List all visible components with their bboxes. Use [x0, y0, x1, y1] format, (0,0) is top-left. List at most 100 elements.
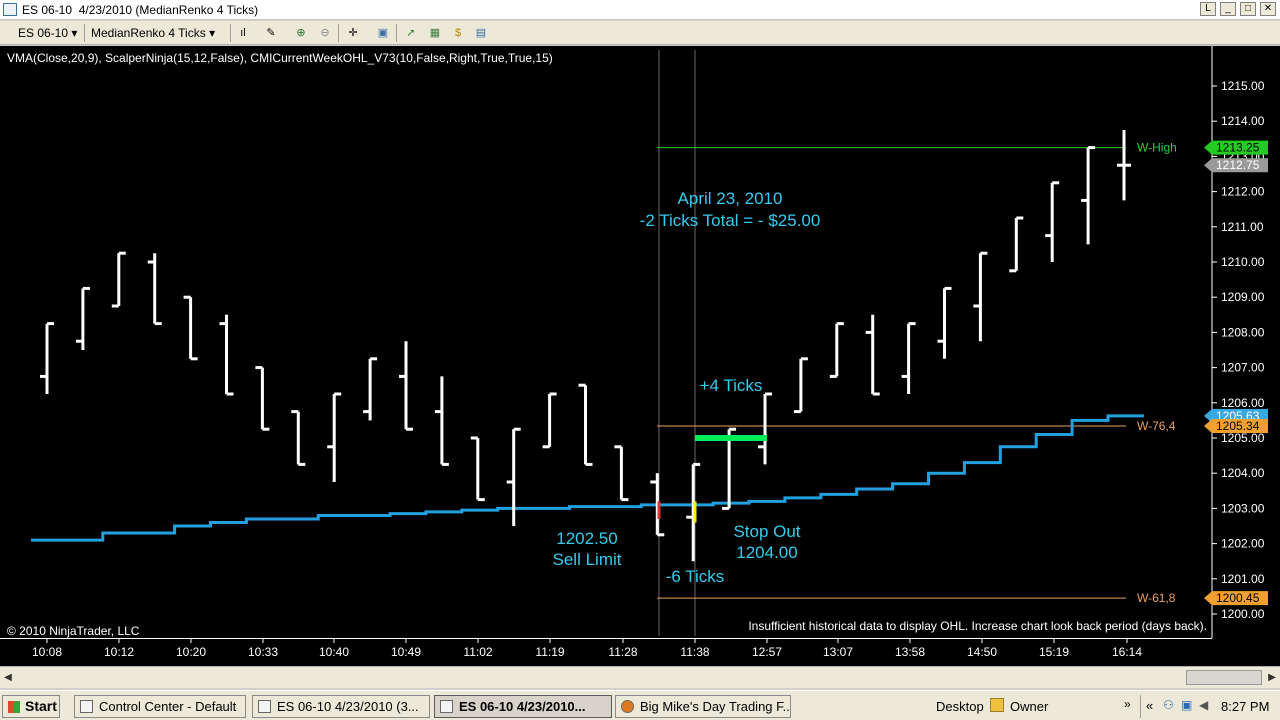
svg-text:1213.25: 1213.25 [1216, 141, 1260, 155]
price-bar [937, 286, 952, 359]
properties-icon[interactable]: ▣ [376, 26, 390, 40]
crosshair-icon[interactable]: ✛ [346, 26, 360, 40]
instrument-selector[interactable]: ES 06-10 ▾ [18, 25, 77, 41]
annotation-gain: +4 Ticks [700, 376, 763, 395]
price-tick-label: 1200.00 [1221, 607, 1265, 621]
time-tick-label: 10:49 [391, 645, 421, 659]
price-tick-label: 1214.00 [1221, 114, 1265, 128]
zoom-in-icon[interactable]: ⊕ [294, 26, 308, 40]
window-title: ES 06-10 4/23/2010 (MedianRenko 4 Ticks) [22, 3, 259, 17]
time-tick-label: 10:12 [104, 645, 134, 659]
price-tick-label: 1210.00 [1221, 255, 1265, 269]
data-box-icon[interactable]: ▤ [474, 26, 488, 40]
taskbar-item-control-center[interactable]: Control Center - Default [74, 695, 246, 718]
strategies-icon[interactable]: ▦ [428, 26, 442, 40]
chevron-right-icon[interactable]: » [1124, 697, 1131, 711]
clock[interactable]: 8:27 PM [1221, 699, 1269, 714]
annotation-entry-price: 1202.50 [556, 529, 617, 548]
chart-icon [258, 700, 271, 713]
display-icon[interactable]: ▣ [1181, 698, 1192, 712]
price-bar [434, 376, 449, 466]
desktop-toolbar[interactable]: Desktop [936, 699, 984, 714]
price-chart[interactable]: W-HighW-76,4W-61,8 1215.001214.001213.00… [0, 46, 1280, 638]
system-tray: « ⚇ ▣ ◀ 8:27 PM [1140, 695, 1280, 718]
price-tick-label: 1202.00 [1221, 537, 1265, 551]
toolbar-divider [230, 24, 231, 42]
level-label: W-61,8 [1137, 591, 1176, 605]
owner-toolbar[interactable]: Owner [1010, 699, 1048, 714]
price-bar [506, 427, 521, 526]
period-label: MedianRenko 4 Ticks [91, 26, 206, 40]
price-bar [542, 392, 557, 449]
vma-line [31, 414, 1144, 542]
price-bar [1081, 146, 1096, 245]
price-bar [399, 341, 413, 431]
time-tick-label: 10:33 [248, 645, 278, 659]
chevron-down-icon: ▾ [209, 26, 216, 40]
close-button[interactable]: ✕ [1260, 2, 1276, 16]
annotation-entry-type: Sell Limit [553, 550, 622, 569]
title-bar[interactable]: ES 06-10 4/23/2010 (MedianRenko 4 Ticks)… [0, 0, 1280, 20]
price-bar [722, 427, 737, 510]
tray-expand-icon[interactable]: « [1146, 698, 1153, 713]
time-tick-label: 13:58 [895, 645, 925, 659]
price-bar [255, 366, 270, 431]
time-tick-label: 16:14 [1112, 645, 1142, 659]
price-tick-label: 1201.00 [1221, 572, 1265, 586]
taskbar-label: ES 06-10 4/23/2010... [459, 699, 586, 714]
time-tick-label: 11:19 [535, 645, 564, 659]
price-bar [758, 392, 772, 465]
price-tick-label: 1206.00 [1221, 396, 1265, 410]
network-icon[interactable]: ⚇ [1163, 698, 1174, 712]
time-tick-label: 15:19 [1039, 645, 1069, 659]
chart-panel[interactable]: W-High W-76,4 W-61,8 1215.00 1214.00 1213.00… [0, 46, 1280, 638]
price-bar [865, 314, 880, 396]
chart-scrollbar[interactable]: ◀ ▶ [0, 666, 1280, 688]
ninjatrader-chart-window: ES 06-10 4/23/2010 (MedianRenko 4 Ticks)… [0, 0, 1280, 720]
indicators-icon[interactable]: ➚ [404, 26, 418, 40]
price-bar [1045, 181, 1060, 262]
price-bar [363, 357, 378, 421]
svg-text:1200.45: 1200.45 [1216, 591, 1260, 605]
bar-style-icon[interactable]: ıl [236, 26, 250, 40]
taskbar-item-chart-2[interactable]: ES 06-10 4/23/2010... [434, 695, 612, 718]
price-bar [147, 253, 162, 326]
price-tick-label: 1211.00 [1221, 220, 1264, 234]
drawing-tool-icon[interactable]: ✎ [264, 26, 278, 40]
start-button[interactable]: Start [2, 695, 60, 718]
price-bar [183, 295, 198, 361]
volume-icon[interactable]: ◀ [1199, 698, 1208, 712]
toolbar-divider [396, 24, 397, 42]
taskbar-item-browser[interactable]: Big Mike's Day Trading F... [615, 695, 791, 718]
price-tag: 1213.25 [1204, 140, 1268, 155]
price-bar [40, 322, 54, 394]
price-bar [614, 445, 629, 502]
price-bar [1009, 216, 1024, 273]
price-bar [327, 392, 342, 482]
time-tick-label: 10:40 [319, 645, 349, 659]
lock-button[interactable]: L [1200, 2, 1216, 16]
chart-window-icon [3, 3, 17, 16]
price-tick-label: 1215.00 [1221, 79, 1265, 93]
price-tag: 1205.34 [1204, 419, 1268, 434]
chart-icon [440, 700, 453, 713]
scrollbar-thumb[interactable] [1186, 670, 1262, 685]
price-bar [686, 462, 701, 562]
time-tick-label: 13:07 [823, 645, 853, 659]
price-tag: 1200.45 [1204, 591, 1268, 606]
scroll-left-arrow-icon[interactable]: ◀ [2, 670, 14, 685]
price-bar [901, 322, 916, 394]
chevron-down-icon: ▾ [71, 26, 78, 40]
taskbar-item-chart-1[interactable]: ES 06-10 4/23/2010 (3... [252, 695, 430, 718]
period-selector[interactable]: MedianRenko 4 Ticks ▾ [91, 25, 215, 41]
svg-text:1205.34: 1205.34 [1216, 419, 1260, 433]
maximize-button[interactable]: □ [1240, 2, 1256, 16]
time-tick-label: 14:50 [967, 645, 997, 659]
stop-zone-bar [695, 435, 767, 441]
taskbar-label: Big Mike's Day Trading F... [640, 699, 791, 714]
scroll-right-arrow-icon[interactable]: ▶ [1266, 670, 1278, 685]
price-bar [111, 251, 126, 308]
minimize-button[interactable]: _ [1220, 2, 1236, 16]
money-icon[interactable]: $ [451, 26, 465, 40]
zoom-out-icon[interactable]: ⊖ [318, 26, 332, 40]
